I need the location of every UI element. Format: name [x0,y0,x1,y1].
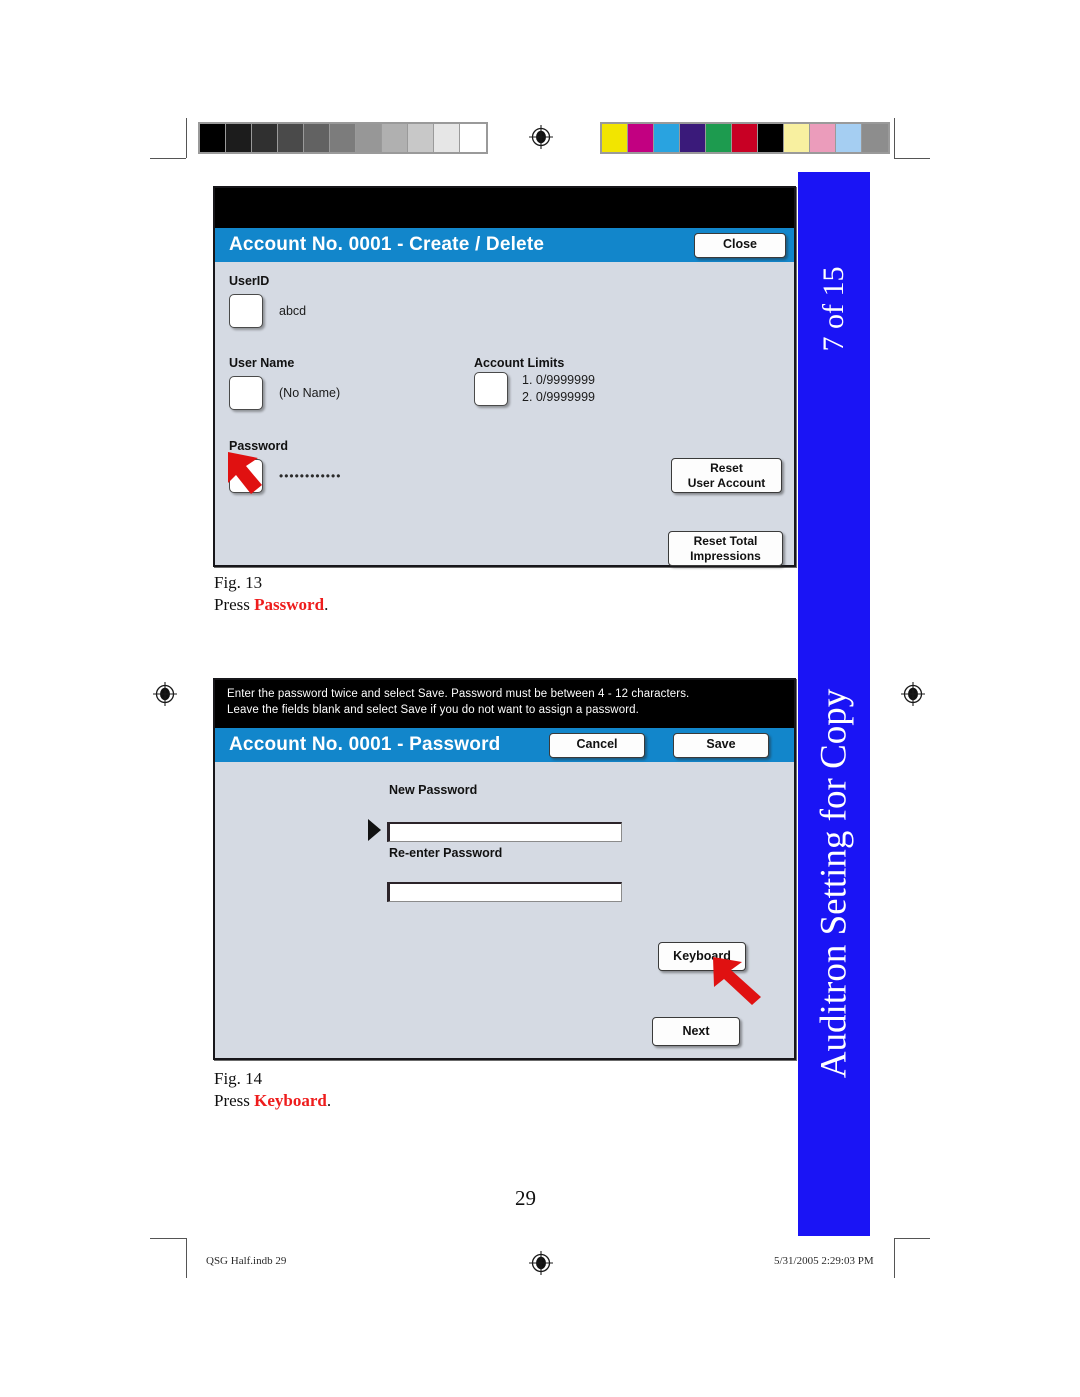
figure-13-instruction-highlight: Password [254,594,325,614]
reenter-password-label: Re-enter Password [389,846,503,860]
registration-mark-bottom [528,1250,554,1276]
close-button[interactable]: Close [694,232,786,258]
cancel-button[interactable]: Cancel [549,732,645,758]
crop-mark-bottom-left-v [186,1238,187,1278]
account-limits-line-1: 1. 0/9999999 [522,373,595,388]
grayscale-swatch [408,124,434,152]
userid-value: abcd [279,304,307,318]
new-password-label: New Password [389,783,478,797]
figure-13-label: Fig. 13 [214,573,263,592]
footer-timestamp: 5/31/2005 2:29:03 PM [774,1255,874,1267]
section-side-tab: 7 of 15 Auditron Setting for Copy [798,172,870,1236]
create-delete-panel-topbar [215,188,794,228]
crop-mark-bottom-right [894,1238,930,1239]
color-swatch [732,124,758,152]
grayscale-swatch [226,124,252,152]
color-swatch [862,124,888,152]
password-panel-instructions: Enter the password twice and select Save… [215,680,794,728]
crop-mark-top-right-v [894,118,895,158]
figure-14-caption: Fig. 14 Press Keyboard. [214,1068,331,1112]
grayscale-swatch [252,124,278,152]
side-tab-section-title: Auditron Setting for Copy [813,688,855,1079]
figure-14-instruction-highlight: Keyboard [254,1090,327,1110]
side-tab-page-indicator: 7 of 15 [817,266,850,352]
registration-mark-top [528,124,554,150]
color-swatch [810,124,836,152]
userid-row: abcd [229,294,306,328]
next-button-label: Next [682,1023,710,1038]
figure-13-instruction: Press Password. [214,594,328,616]
registration-mark-right [900,681,926,707]
grayscale-swatch [200,124,226,152]
userid-label: UserID [229,274,270,288]
document-page: 7 of 15 Auditron Setting for Copy Accoun… [0,0,1080,1397]
color-swatch [836,124,862,152]
username-label: User Name [229,356,295,370]
color-swatch [602,124,628,152]
username-edit-button[interactable] [229,376,263,410]
color-calibration-strip [600,122,890,154]
figure-14-instruction: Press Keyboard. [214,1090,331,1112]
account-limits-label: Account Limits [474,356,565,370]
userid-edit-button[interactable] [229,294,263,328]
grayscale-swatch [460,124,486,152]
password-instruction-line-2: Leave the fields blank and select Save i… [227,704,639,717]
username-row: (No Name) [229,376,340,410]
crop-mark-bottom-right-v [894,1238,895,1278]
new-password-input[interactable] [387,822,622,842]
annotation-arrow-password [228,452,300,502]
grayscale-swatch [278,124,304,152]
save-button-label: Save [706,737,736,752]
reenter-password-input[interactable] [387,882,622,902]
registration-mark-left [152,681,178,707]
color-swatch [680,124,706,152]
password-panel-title: Account No. 0001 - Password [229,734,501,755]
account-limits-edit-button[interactable] [474,372,508,406]
account-limits-line-2: 2. 0/9999999 [522,390,595,404]
crop-mark-bottom-left [150,1238,186,1239]
reset-user-account-label: Reset User Account [687,460,766,490]
account-limits-values: 1. 0/9999999 2. 0/9999999 [522,372,595,406]
reset-total-impressions-button[interactable]: Reset Total Impressions [668,531,783,566]
password-panel-titlebar: Account No. 0001 - Password Cancel Save [215,728,794,762]
color-swatch [784,124,810,152]
username-value: (No Name) [279,386,341,400]
annotation-arrow-keyboard [713,957,779,1005]
figure-13-instruction-prefix: Press [214,594,255,614]
grayscale-calibration-strip [198,122,488,154]
reset-total-impressions-label: Reset Total Impressions [690,533,761,563]
reset-user-account-button[interactable]: Reset User Account [671,458,782,493]
account-limits-row: 1. 0/9999999 2. 0/9999999 [474,372,595,406]
color-swatch [628,124,654,152]
password-entry-panel: Enter the password twice and select Save… [213,678,796,1060]
grayscale-swatch [434,124,460,152]
figure-13-instruction-suffix: . [324,594,329,614]
page-number: 29 [515,1186,536,1210]
save-button[interactable]: Save [673,732,769,758]
grayscale-swatch [382,124,408,152]
crop-mark-top-left [150,158,186,159]
figure-13-caption: Fig. 13 Press Password. [214,572,328,616]
grayscale-swatch [356,124,382,152]
password-instruction-line-1: Enter the password twice and select Save… [227,688,690,700]
field-focus-caret-icon [368,819,381,841]
password-label: Password [229,439,289,453]
color-swatch [758,124,784,152]
footer-filename: QSG Half.indb 29 [206,1255,287,1267]
figure-14-instruction-suffix: . [326,1090,332,1110]
grayscale-swatch [330,124,356,152]
create-delete-title: Account No. 0001 - Create / Delete [229,234,545,255]
next-button[interactable]: Next [652,1017,740,1046]
close-button-label: Close [722,237,758,252]
create-delete-titlebar: Account No. 0001 - Create / Delete Close [215,228,794,262]
figure-14-instruction-prefix: Press [214,1090,255,1110]
color-swatch [706,124,732,152]
create-delete-panel: Account No. 0001 - Create / Delete Close… [213,186,796,567]
figure-14-label: Fig. 14 [214,1069,263,1088]
color-swatch [654,124,680,152]
cancel-button-label: Cancel [576,737,618,752]
grayscale-swatch [304,124,330,152]
crop-mark-top-left-v [186,118,187,158]
crop-mark-top-right [894,158,930,159]
